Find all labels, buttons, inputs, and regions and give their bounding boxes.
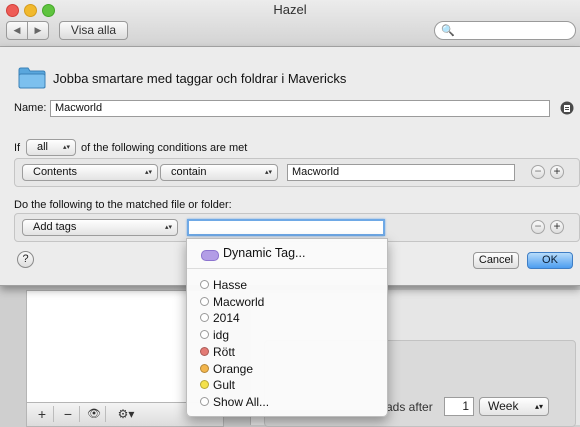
name-label: Name: (14, 102, 47, 114)
dynamic-tag-item[interactable]: Dynamic Tag... (187, 244, 387, 264)
back-button[interactable]: ◀ (6, 21, 28, 40)
cancel-button[interactable]: Cancel (473, 252, 519, 269)
action-type-value: Add tags (33, 221, 77, 233)
tag-color-dot-icon (200, 346, 209, 356)
frequency-text: ads after (386, 400, 433, 414)
preview-eye-icon[interactable]: 👁 (83, 406, 106, 422)
tag-color-dot-icon (200, 313, 209, 323)
gear-menu-button[interactable]: ⚙▾ (111, 406, 141, 422)
tag-dropdown-menu: Dynamic Tag... Hasse Macworld 2014 idg Rött O… (186, 238, 388, 417)
menu-separator (187, 268, 387, 269)
frequency-count-field[interactable]: 1 (444, 397, 474, 416)
if-label: If (14, 142, 21, 154)
condition-row: Contents ▴▾ contain ▴▾ Macworld − + (14, 158, 580, 187)
stepper-arrows-icon: ▴▾ (144, 169, 152, 176)
rule-title: Jobba smartare med taggar och foldrar i … (53, 71, 347, 86)
match-all-popup[interactable]: all ▴▾ (26, 139, 76, 156)
tag-menu-label: 2014 (213, 311, 240, 326)
tag-menu-item[interactable]: Macworld (187, 294, 387, 310)
add-condition-button[interactable]: + (550, 165, 564, 179)
tag-menu-label: Gult (213, 378, 236, 393)
tag-color-dot-icon (200, 296, 209, 306)
tag-menu-item[interactable]: Rött (187, 344, 387, 360)
tag-menu-item[interactable]: Hasse (187, 277, 387, 293)
window-title: Hazel (273, 2, 307, 17)
tag-menu-item[interactable]: Show All... (187, 394, 387, 410)
tag-menu-label: Orange (213, 361, 254, 376)
frequency-unit-popup[interactable]: Week ▴▾ (479, 397, 549, 416)
tag-icon (201, 250, 219, 261)
remove-rule-button[interactable]: − (57, 406, 80, 422)
window-titlebar: Hazel ◀ ▶ Visa alla 🔍 (0, 0, 580, 47)
search-icon: 🔍 (441, 25, 455, 37)
stepper-arrows-icon: ▴▾ (534, 402, 543, 411)
remove-condition-button[interactable]: − (531, 165, 545, 179)
condition-value-field[interactable]: Macworld (287, 164, 515, 181)
tag-menu-item[interactable]: 2014 (187, 310, 387, 326)
conditions-text: of the following conditions are met (81, 142, 248, 154)
folder-icon (18, 67, 46, 89)
tag-menu-item[interactable]: Gult (187, 377, 387, 393)
show-all-button[interactable]: Visa alla (59, 21, 128, 40)
tag-color-dot-icon (200, 330, 209, 340)
tag-menu-label: Hasse (213, 278, 248, 292)
actions-label: Do the following to the matched file or … (14, 199, 232, 211)
tag-menu-label: idg (213, 328, 230, 343)
frequency-unit-label: Week (488, 399, 519, 413)
add-action-button[interactable]: + (550, 220, 564, 234)
condition-operator-value: contain (171, 166, 207, 178)
ok-button[interactable]: OK (527, 252, 573, 269)
tag-menu-label: Show All... (213, 394, 270, 409)
forward-button[interactable]: ▶ (27, 21, 49, 40)
tag-color-dot-icon (200, 280, 209, 289)
tag-menu-label: Rött (213, 344, 236, 359)
tag-menu-item[interactable]: Orange (187, 361, 387, 377)
tag-input-field[interactable] (187, 219, 385, 236)
notes-icon[interactable] (560, 101, 574, 115)
stepper-arrows-icon: ▴▾ (62, 144, 70, 151)
match-all-value: all (37, 141, 49, 153)
tag-menu-label: Macworld (213, 294, 265, 309)
dynamic-tag-label: Dynamic Tag... (223, 246, 306, 260)
condition-attribute-value: Contents (33, 166, 78, 178)
stepper-arrows-icon: ▴▾ (264, 169, 272, 176)
tag-color-dot-icon (200, 363, 209, 373)
tag-menu-item[interactable]: idg (187, 327, 387, 343)
rule-name-field[interactable]: Macworld (50, 100, 550, 117)
help-button[interactable]: ? (17, 251, 34, 268)
add-rule-button[interactable]: + (31, 406, 54, 422)
remove-action-button[interactable]: − (531, 220, 545, 234)
condition-attribute-popup[interactable]: Contents ▴▾ (22, 164, 158, 181)
tag-color-dot-icon (200, 396, 209, 406)
search-field[interactable]: 🔍 (434, 21, 576, 40)
action-type-popup[interactable]: Add tags ▴▾ (22, 219, 178, 236)
stepper-arrows-icon: ▴▾ (164, 224, 172, 231)
tag-color-dot-icon (200, 380, 209, 390)
condition-operator-popup[interactable]: contain ▴▾ (160, 164, 278, 181)
